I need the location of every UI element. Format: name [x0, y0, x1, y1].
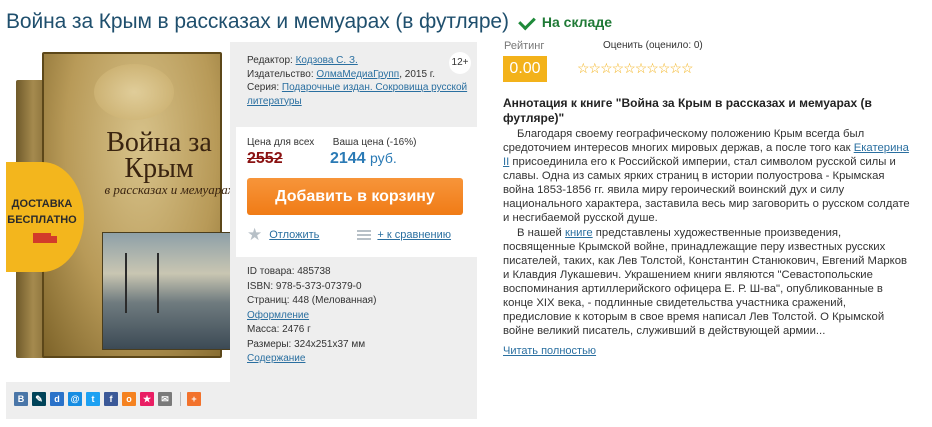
star-icon[interactable]: ★ — [247, 225, 262, 245]
product-card: Война за Крым в рассказах и мемуарах ДОС… — [6, 42, 477, 419]
facebook-icon[interactable]: f — [104, 392, 118, 406]
price-area: Цена для всех Ваша цена (-16%) 2552 2144… — [236, 127, 477, 257]
social-share-bar: В ✎ d @ t f o ★ ✉ + — [14, 392, 205, 406]
rating-label: Рейтинг — [504, 40, 545, 52]
price-all-label: Цена для всех — [247, 137, 315, 148]
annotation-title: Аннотация к книге "Война за Крым в расск… — [503, 96, 872, 125]
twitter-icon[interactable]: t — [86, 392, 100, 406]
publish-year: , 2015 г. — [399, 68, 436, 80]
publisher-label: Издательство: — [247, 68, 314, 80]
new-price-value: 2144 — [330, 150, 366, 167]
cover-painting — [102, 232, 230, 350]
book-meta: 12+ Редактор: Кодзова С. З. Издательство… — [236, 42, 477, 127]
defer-link[interactable]: Отложить — [269, 229, 319, 241]
compare-icon[interactable] — [357, 229, 372, 241]
price-your-label: Ваша цена (-16%) — [332, 137, 417, 148]
old-price: 2552 — [247, 150, 283, 167]
rating-block: Рейтинг 0.00 — [503, 40, 547, 82]
rate-block: Оценить (оценило: 0) ☆☆☆☆☆☆☆☆☆☆ — [577, 40, 703, 77]
spec-contents-link[interactable]: Содержание — [247, 352, 477, 367]
new-price: 2144 руб. — [330, 150, 397, 168]
bookmark-icon[interactable]: ★ — [140, 392, 154, 406]
add-to-cart-button[interactable]: Добавить в корзину — [247, 178, 463, 215]
mail-icon[interactable]: @ — [68, 392, 82, 406]
annotation-paragraph-2: В нашей книге представлены художественны… — [503, 226, 915, 338]
livejournal-icon[interactable]: ✎ — [32, 392, 46, 406]
annotation-p1-before: Благодаря своему географическому положен… — [503, 128, 865, 154]
book-link[interactable]: книге — [565, 227, 593, 239]
editor-link[interactable]: Кодзова С. З. — [296, 55, 358, 66]
email-icon[interactable]: ✉ — [158, 392, 172, 406]
annotation-p1-after: присоединила его к Российской империи, с… — [503, 156, 910, 224]
vk-icon[interactable]: В — [14, 392, 28, 406]
annotation-p2-before: В нашей — [517, 227, 565, 239]
cover-title: Война за Крым — [106, 127, 212, 184]
series-link[interactable]: Подарочные издан. Сокровища русской лите… — [247, 82, 467, 107]
rate-stars[interactable]: ☆☆☆☆☆☆☆☆☆☆ — [577, 60, 703, 77]
spec-design-link[interactable]: Оформление — [247, 309, 477, 324]
cover-subtitle: в рассказах и мемуарах — [104, 182, 230, 197]
spec-id: ID товара: 485738 — [247, 266, 331, 277]
plus-icon[interactable]: + — [187, 392, 201, 406]
promo-line-2: БЕСПЛАТНО — [7, 214, 77, 226]
age-rating-badge: 12+ — [449, 52, 471, 74]
rate-label: Оценить (оценило: 0) — [603, 40, 703, 51]
page-title: Война за Крым в рассказах и мемуарах (в … — [6, 10, 509, 33]
truck-icon — [33, 233, 57, 243]
series-label: Серия: — [247, 82, 280, 93]
spec-size: Размеры: 324x251x37 мм — [247, 338, 366, 350]
price-labels: Цена для всех Ваша цена (-16%) — [247, 137, 416, 148]
spec-isbn: ISBN: 978-5-373-07379-0 — [247, 280, 362, 292]
stock-status: На складе — [519, 13, 612, 31]
annotation-paragraph-1: Благодаря своему географическому положен… — [503, 127, 915, 225]
book-cover-image[interactable]: Война за Крым в рассказах и мемуарах ДОС… — [6, 42, 230, 382]
action-row: ★ Отложить + к сравнению — [247, 225, 451, 245]
editor-row: Редактор: Кодзова С. З. — [247, 54, 477, 68]
checkmark-icon — [519, 13, 537, 31]
publisher-row: Издательство: ОлмаМедиаГрупп, 2015 г. — [247, 68, 477, 82]
social-separator — [180, 392, 181, 406]
publisher-link[interactable]: ОлмаМедиаГрупп — [316, 69, 399, 80]
currency-label: руб. — [370, 150, 397, 166]
editor-label: Редактор: — [247, 55, 293, 66]
stock-label: На складе — [541, 14, 612, 30]
promo-line-1: ДОСТАВКА — [11, 198, 73, 210]
annotation: Аннотация к книге "Война за Крым в расск… — [503, 96, 915, 357]
series-row: Серия: Подарочные издан. Сокровища русск… — [247, 81, 477, 108]
cover-ornament — [94, 64, 174, 120]
read-more-link[interactable]: Читать полностью — [503, 345, 915, 357]
spec-pages: Страниц: 448 (Мелованная) — [247, 295, 377, 306]
compare-link[interactable]: + к сравнению — [377, 229, 451, 241]
rating-value: 0.00 — [503, 56, 547, 82]
product-specs: ID товара: 485738 ISBN: 978-5-373-07379-… — [236, 257, 477, 382]
odnoklassniki-icon[interactable]: o — [122, 392, 136, 406]
spec-weight: Масса: 2476 г — [247, 324, 311, 335]
annotation-p2-after: представлены художественные произведения… — [503, 227, 907, 337]
delicious-icon[interactable]: d — [50, 392, 64, 406]
title-row: Война за Крым в рассказах и мемуарах (в … — [6, 6, 612, 38]
